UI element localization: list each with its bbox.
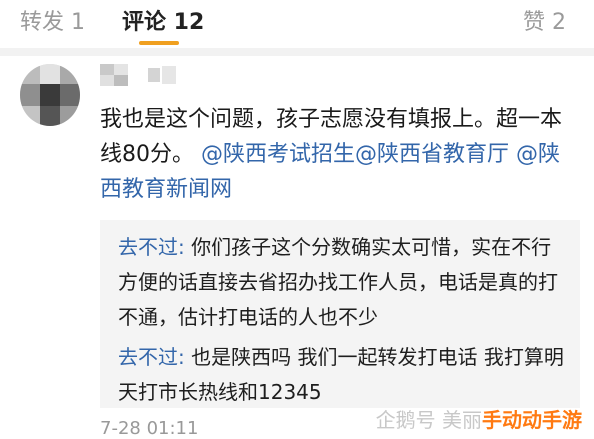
username-blurred[interactable] bbox=[100, 64, 196, 86]
tab-repost[interactable]: 转发 1 bbox=[20, 4, 85, 36]
active-tab-indicator bbox=[139, 41, 179, 45]
comment-body: 我也是这个问题，孩子志愿没有填报上。超一本线80分。 @陕西考试招生@陕西省教育… bbox=[100, 102, 580, 207]
reply-item: 去不过: 你们孩子这个分数确实太可惜，实在不行方便的话直接去省招办找工作人员，电… bbox=[118, 230, 568, 335]
reply-item: 去不过: 也是陕西吗 我们一起转发打电话 我打算明天打市长热线和12345 bbox=[118, 340, 568, 410]
reply-author[interactable]: 去不过: bbox=[118, 235, 185, 259]
section-divider bbox=[0, 48, 594, 56]
reply-author[interactable]: 去不过: bbox=[118, 345, 185, 369]
mention-link[interactable]: @陕西省教育厅 bbox=[355, 142, 509, 167]
comment-timestamp: 7-28 01:11 bbox=[100, 418, 199, 439]
mention-link[interactable]: @陕西考试招生 bbox=[201, 142, 355, 167]
comment-tabs: 转发 1 评论 12 赞 2 bbox=[0, 0, 594, 46]
watermark-site: 手动动手游 bbox=[482, 408, 582, 432]
avatar[interactable] bbox=[20, 64, 80, 126]
tab-comments[interactable]: 评论 12 bbox=[122, 4, 204, 36]
watermark-source: 企鹅号 美丽 bbox=[375, 408, 482, 432]
tab-likes[interactable]: 赞 2 bbox=[523, 4, 566, 36]
reply-thread: 去不过: 你们孩子这个分数确实太可惜，实在不行方便的话直接去省招办找工作人员，电… bbox=[100, 220, 580, 408]
watermark: 企鹅号 美丽手动动手游 bbox=[376, 404, 582, 433]
reply-text: 也是陕西吗 我们一起转发打电话 我打算明天打市长热线和12345 bbox=[118, 345, 564, 404]
